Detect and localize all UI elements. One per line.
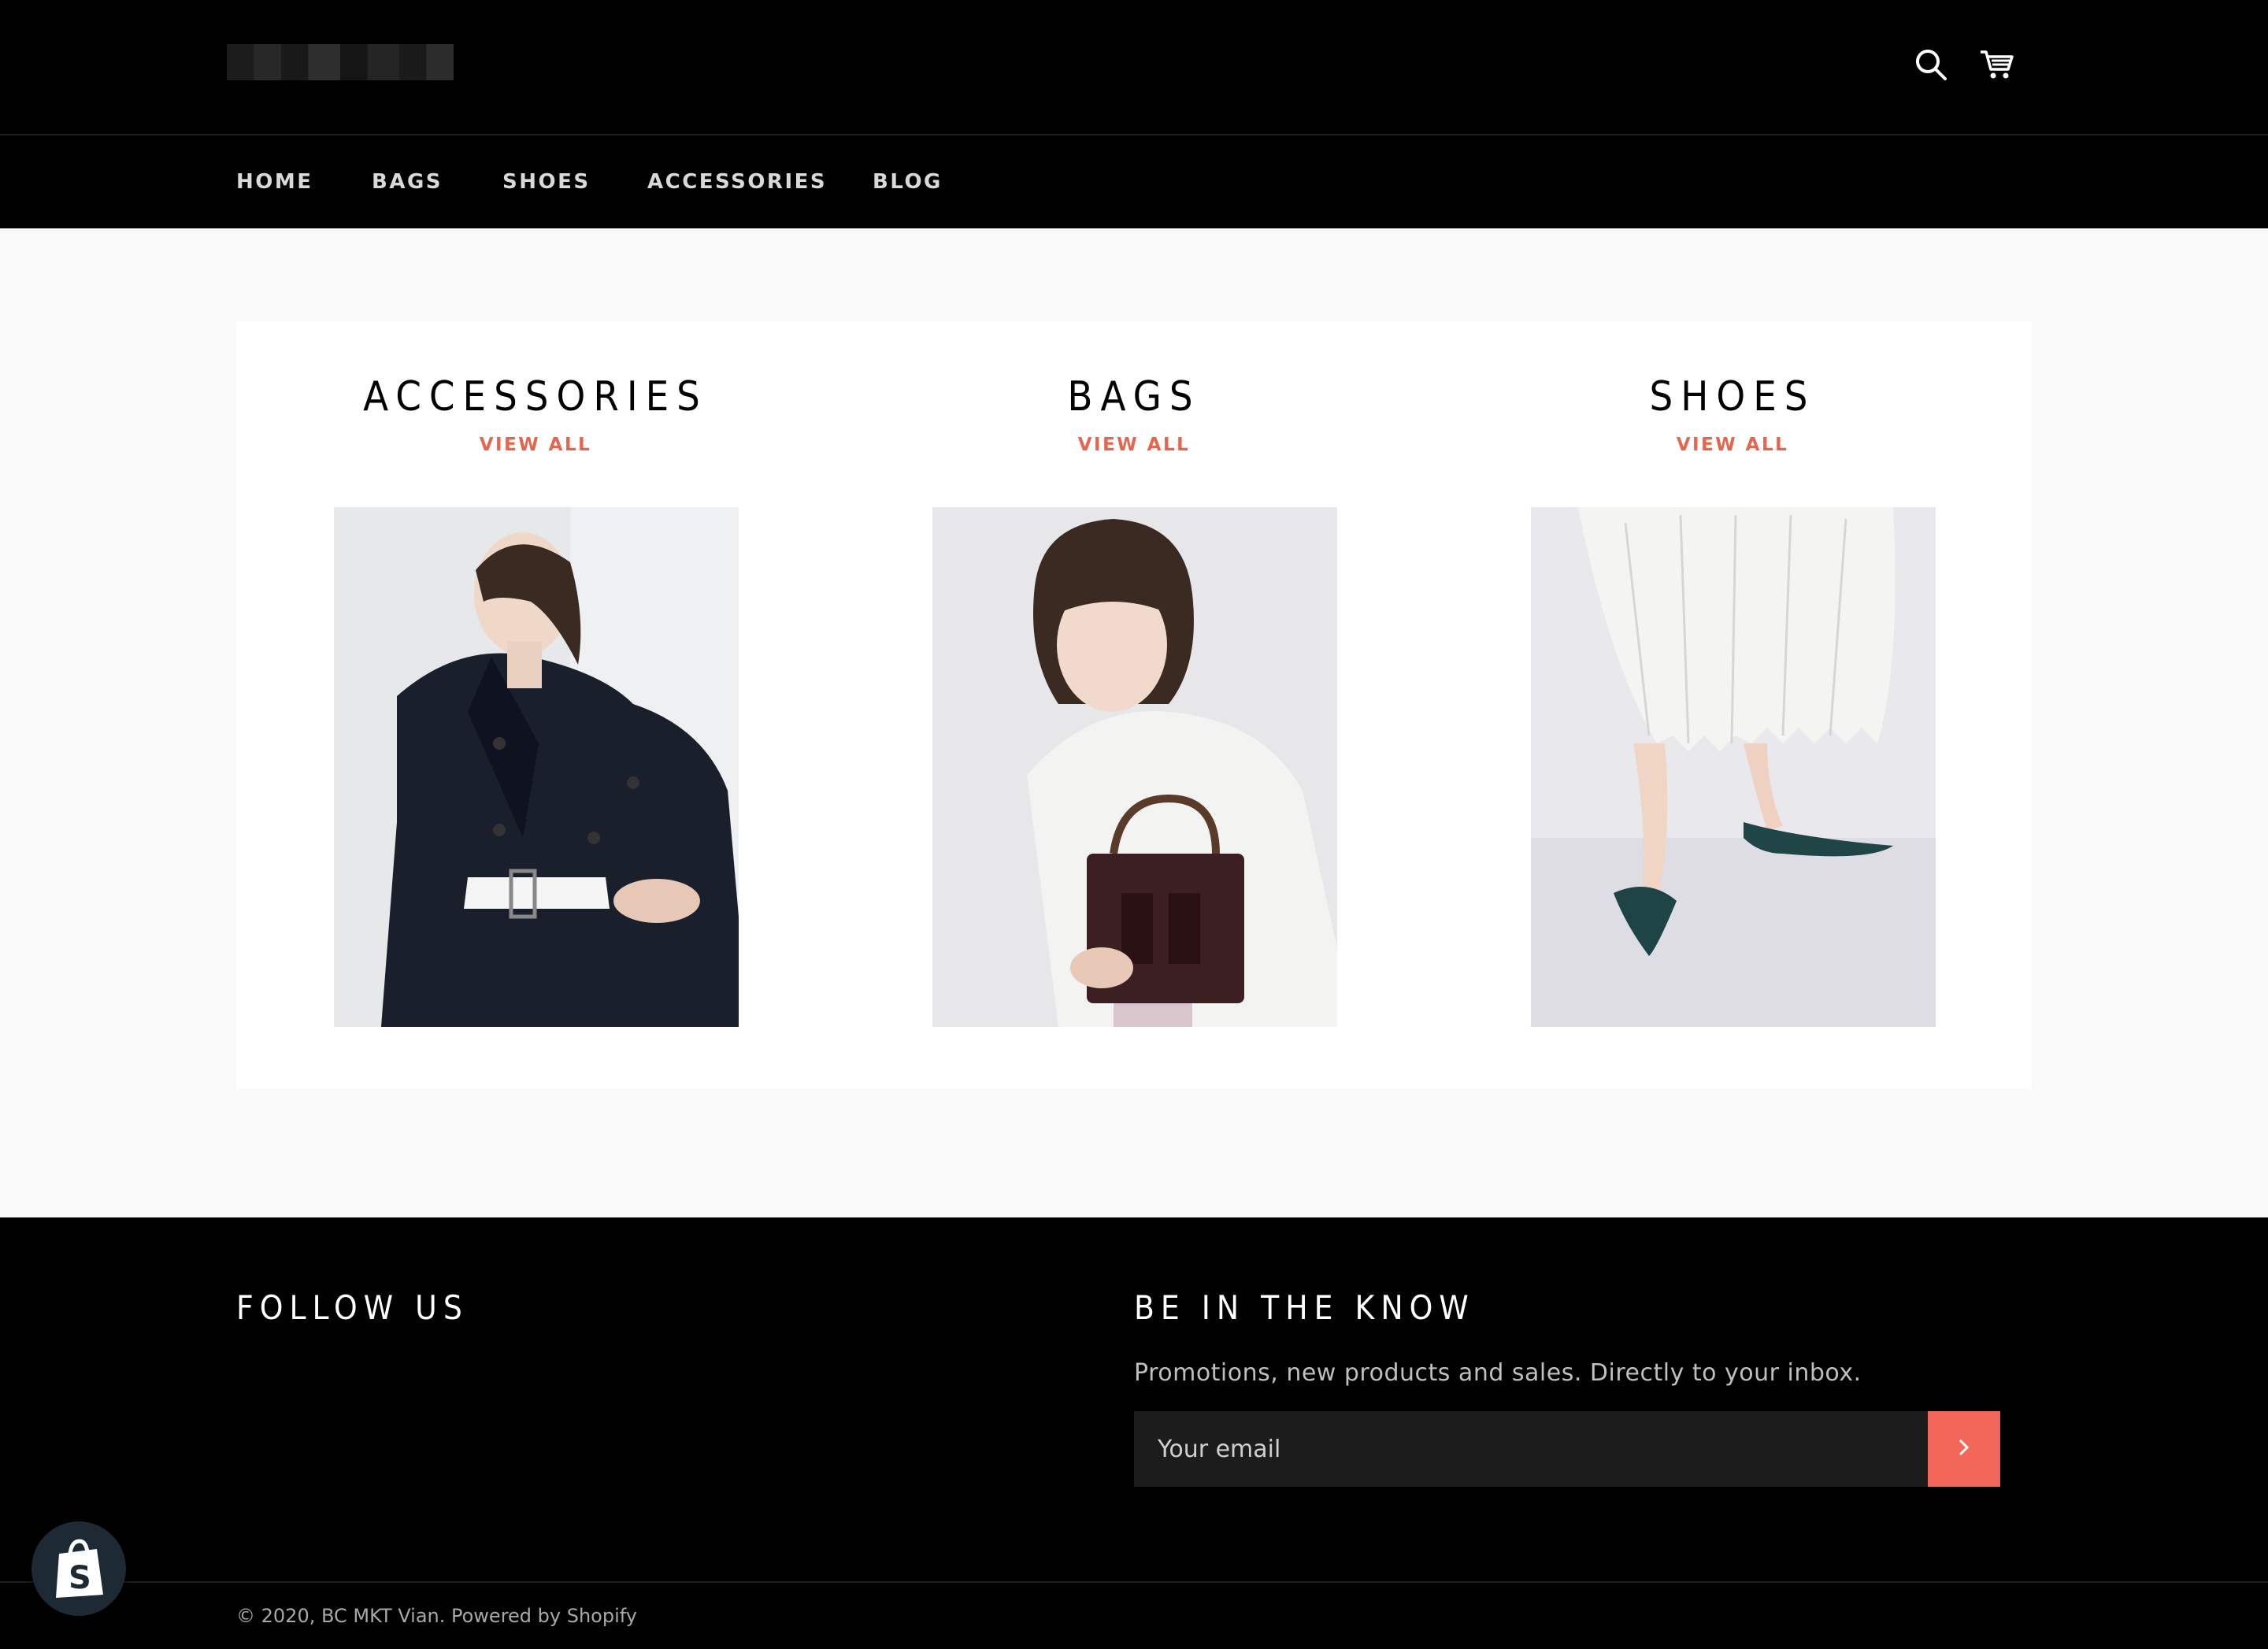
site-header [0,0,2268,135]
copyright-text[interactable]: © 2020, BC MKT Vian. Powered by Shopify [236,1605,637,1627]
newsletter-text: Promotions, new products and sales. Dire… [1134,1359,1862,1387]
collection-bags[interactable]: BAGS VIEW ALL [835,321,1433,1089]
view-all-link[interactable]: VIEW ALL [236,435,835,455]
nav-item-blog[interactable]: BLOG [873,170,943,194]
email-field[interactable] [1134,1411,1928,1487]
nav-item-accessories[interactable]: ACCESSORIES [647,170,827,194]
search-icon[interactable] [1912,46,1950,83]
collection-title[interactable]: BAGS [835,373,1433,421]
collection-shoes[interactable]: SHOES VIEW ALL [1433,321,2032,1089]
shopify-bag-icon[interactable]: S [32,1521,126,1616]
collection-image[interactable] [932,507,1337,1027]
view-all-link[interactable]: VIEW ALL [1433,435,2032,455]
collection-image[interactable] [1531,507,1936,1027]
nav-item-bags[interactable]: BAGS [372,170,443,194]
nav-item-home[interactable]: HOME [236,170,313,194]
svg-text:S: S [69,1560,91,1596]
main-nav: HOME BAGS SHOES ACCESSORIES BLOG [0,135,2268,228]
newsletter-form [1134,1411,2000,1487]
collection-title[interactable]: ACCESSORIES [236,373,835,421]
newsletter-heading: BE IN THE KNOW [1134,1288,1475,1327]
collection-accessories[interactable]: ACCESSORIES VIEW ALL [236,321,835,1089]
nav-item-shoes[interactable]: SHOES [502,170,591,194]
follow-us-heading: FOLLOW US [236,1288,469,1327]
collection-title[interactable]: SHOES [1433,373,2032,421]
footer-divider [0,1581,2268,1583]
chevron-right-icon [1955,1436,1973,1462]
subscribe-button[interactable] [1928,1411,2000,1487]
site-footer: FOLLOW US BE IN THE KNOW Promotions, new… [0,1217,2268,1649]
view-all-link[interactable]: VIEW ALL [835,435,1433,455]
cart-icon[interactable] [1978,46,2016,83]
collection-list: ACCESSORIES VIEW ALL BAGS VIEW ALL SHOES… [236,321,2032,1089]
collection-image[interactable] [334,507,739,1027]
store-logo[interactable] [227,44,454,80]
